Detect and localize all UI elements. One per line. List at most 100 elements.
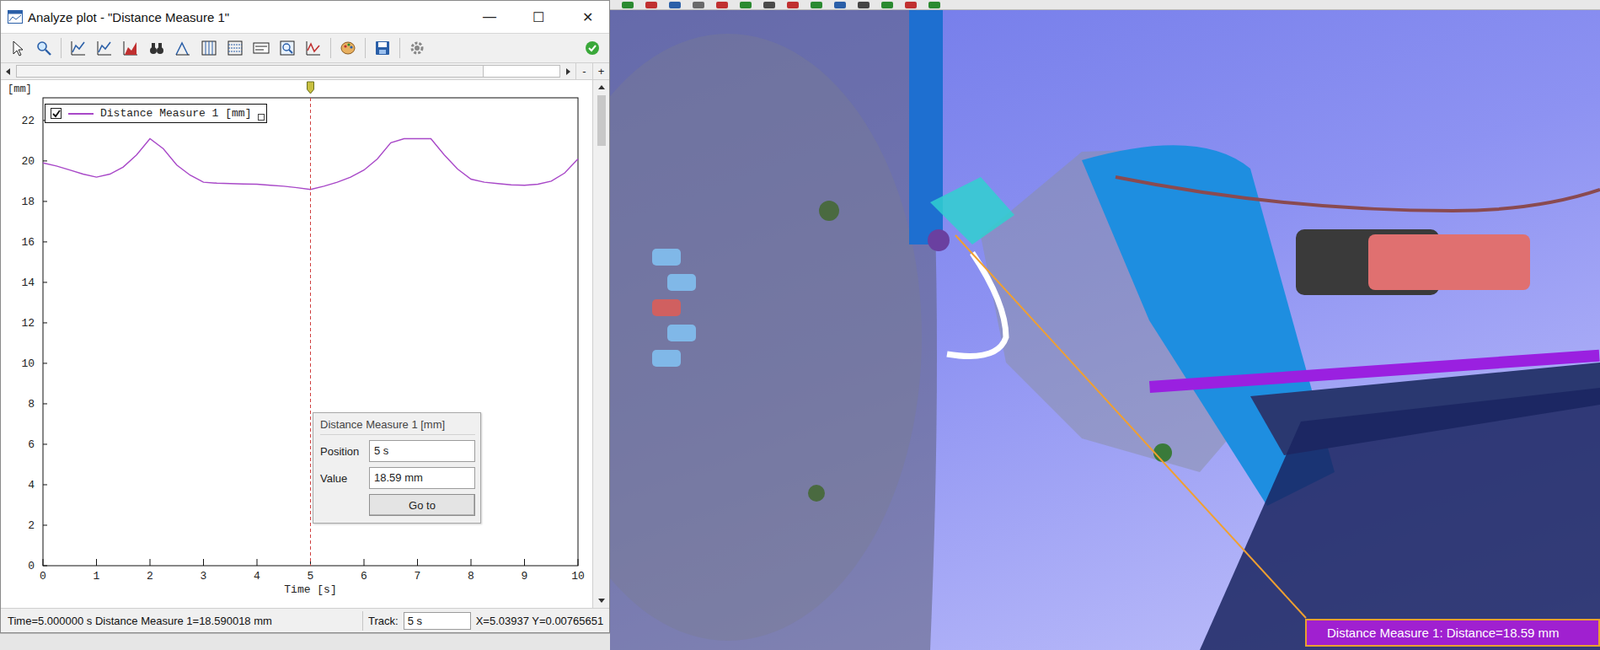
page: Analyze plot - "Distance Measure 1"—☐✕-+…: [0, 0, 1600, 650]
toolbar-button[interactable]: [275, 36, 300, 60]
arrow-right-icon[interactable]: [563, 67, 573, 76]
gear-icon: [407, 38, 427, 58]
legend-resize-icon[interactable]: [257, 113, 265, 121]
svg-text:2: 2: [146, 569, 154, 583]
window-control-button[interactable]: ✕: [565, 0, 610, 33]
legend-checkbox[interactable]: [50, 107, 62, 119]
viewport-tool-icon[interactable]: [928, 1, 941, 9]
zoom-in-button[interactable]: +: [592, 63, 610, 80]
toolbar-button[interactable]: [336, 36, 360, 60]
svg-text:22: 22: [21, 114, 35, 128]
viewport-tool-icon[interactable]: [786, 1, 799, 9]
viewport-tool-icon[interactable]: [857, 1, 870, 9]
legend-swatch: [68, 112, 94, 115]
legend-label: Distance Measure 1 [mm]: [100, 107, 252, 120]
toolbar-button[interactable]: [118, 36, 143, 60]
x-tick: 6: [360, 558, 368, 583]
chart-red-icon: [304, 38, 323, 58]
time-scrollbar[interactable]: [16, 64, 561, 78]
viewport-tool-icon[interactable]: [668, 1, 681, 9]
left-column: Analyze plot - "Distance Measure 1"—☐✕-+…: [0, 0, 611, 650]
toolbar-separator: [60, 37, 62, 59]
svg-text:16: 16: [21, 235, 35, 249]
y-tick: 22: [21, 114, 48, 128]
vertical-scrollbar[interactable]: [592, 80, 610, 608]
viewport-tool-icon[interactable]: [692, 1, 705, 9]
vertical-scroll-thumb[interactable]: [597, 95, 606, 146]
toolbar-separator: [330, 37, 332, 59]
cursor-line[interactable]: [310, 97, 311, 566]
toolbar-button[interactable]: [249, 36, 273, 60]
scroll-thumb[interactable]: [16, 65, 484, 77]
chart-legend[interactable]: Distance Measure 1 [mm]: [44, 103, 268, 124]
toolbar-button[interactable]: [171, 36, 195, 60]
3d-viewport[interactable]: Distance Measure 1: Distance=18.59 mm: [610, 0, 1600, 650]
position-field[interactable]: 5 s: [369, 439, 476, 462]
chart-canvas: [mm]0246810121416182022012345678910Time …: [0, 80, 593, 608]
svg-text:0: 0: [27, 559, 35, 573]
save-icon: [373, 38, 392, 58]
tooltip-row: Position5 s: [320, 439, 476, 462]
cursor-handle-icon[interactable]: [307, 81, 315, 94]
scroll-left-button[interactable]: [0, 63, 17, 80]
viewport-tool-icon[interactable]: [834, 1, 846, 9]
toolbar-button[interactable]: [223, 36, 247, 60]
svg-text:10: 10: [571, 569, 585, 583]
time-scroll-row: -+: [0, 63, 610, 81]
scroll-right-button[interactable]: [560, 63, 576, 80]
window-control-button[interactable]: ☐: [516, 0, 561, 33]
status-bar: Time=5.000000 s Distance Measure 1=18.59…: [0, 607, 610, 632]
tooltip-row: Value18.59 mm: [320, 466, 476, 489]
toolbar-button[interactable]: [301, 36, 326, 60]
y-tick: 12: [21, 316, 48, 330]
toolbar-separator: [399, 37, 401, 59]
value-field[interactable]: 18.59 mm: [369, 466, 476, 489]
position-label: Position: [320, 444, 370, 458]
toolbar-button[interactable]: [370, 36, 395, 60]
toolbar-separator: [364, 37, 366, 59]
arrow-up-icon[interactable]: [597, 83, 606, 92]
toolbar-button[interactable]: [5, 36, 30, 60]
zoom-out-button[interactable]: -: [575, 63, 593, 80]
legend-icon: [251, 38, 271, 58]
viewport-tool-icon[interactable]: [716, 1, 728, 9]
toolbar-button[interactable]: [92, 36, 117, 60]
arrow-left-icon[interactable]: [4, 67, 13, 76]
window-control-button[interactable]: —: [467, 0, 512, 33]
svg-text:12: 12: [21, 316, 35, 330]
viewport-tool-icon[interactable]: [645, 1, 658, 9]
distance-label[interactable]: Distance Measure 1: Distance=18.59 mm: [1305, 618, 1600, 647]
viewport-tool-icon[interactable]: [739, 1, 752, 9]
toolbar-button[interactable]: [32, 36, 56, 60]
viewport-toolbar: [610, 0, 1600, 11]
go-to-button[interactable]: Go to: [369, 493, 476, 516]
status-ok-button[interactable]: [580, 36, 605, 60]
svg-text:4: 4: [27, 478, 35, 492]
svg-text:8: 8: [467, 569, 475, 583]
distance-chart[interactable]: [mm]0246810121416182022012345678910Time …: [0, 80, 593, 608]
toolbar-button[interactable]: [66, 36, 91, 60]
background-strip: [0, 632, 611, 650]
svg-text:18: 18: [21, 195, 35, 209]
track-field[interactable]: 5 s: [403, 611, 471, 630]
viewport-tool-icon[interactable]: [763, 1, 776, 9]
viewport-tool-icon[interactable]: [881, 1, 894, 9]
x-tick: 5: [307, 558, 315, 583]
binoculars-icon: [147, 38, 166, 58]
viewport-tool-icon[interactable]: [621, 1, 634, 9]
x-tick: 2: [146, 558, 154, 583]
toolbar-button[interactable]: [197, 36, 221, 60]
value-label: Value: [320, 471, 370, 485]
viewport-tool-icon[interactable]: [810, 1, 823, 9]
toolbar-button[interactable]: [144, 36, 169, 60]
peak-icon: [173, 38, 193, 58]
toolbar-button[interactable]: [405, 36, 429, 60]
y-tick: 8: [27, 397, 48, 411]
track-label: Track:: [368, 614, 399, 627]
x-axis-label: Time [s]: [283, 583, 337, 596]
suspension-render[interactable]: [610, 0, 1600, 650]
svg-text:6: 6: [360, 569, 368, 583]
viewport-tool-icon[interactable]: [904, 1, 917, 9]
x-tick: 4: [253, 558, 261, 583]
arrow-down-icon[interactable]: [597, 595, 606, 605]
